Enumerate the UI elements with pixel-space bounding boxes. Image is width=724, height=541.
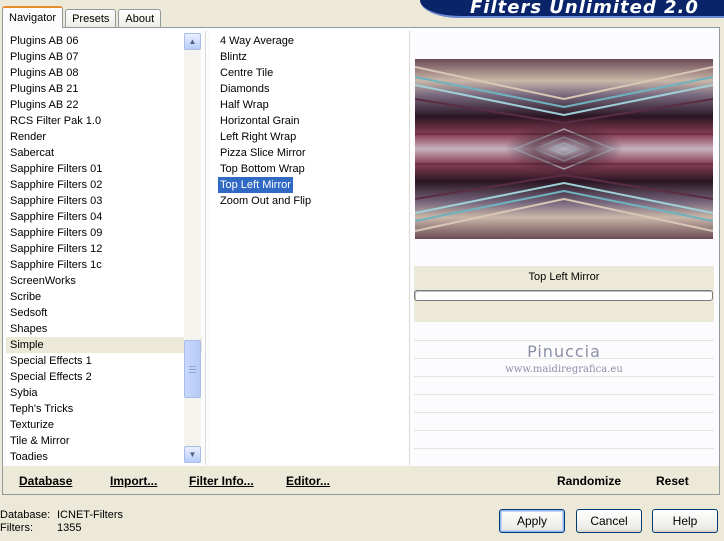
scroll-thumb[interactable] bbox=[184, 340, 201, 398]
category-item[interactable]: ScreenWorks bbox=[6, 273, 202, 289]
randomize-button[interactable]: Randomize bbox=[557, 474, 621, 488]
apply-button[interactable]: Apply bbox=[499, 509, 565, 533]
category-item[interactable]: Plugins AB 08 bbox=[6, 65, 202, 81]
category-list[interactable]: Plugins AB 06 Plugins AB 07 Plugins AB 08 P… bbox=[6, 31, 202, 465]
filter-item[interactable]: Zoom Out and Flip bbox=[210, 193, 408, 209]
filter-item-label: Diamonds bbox=[220, 83, 270, 95]
app-title: Filters Unlimited 2.0 bbox=[470, 0, 699, 18]
parameter-row bbox=[414, 412, 714, 430]
category-item[interactable]: Sybia bbox=[6, 385, 202, 401]
preview-image bbox=[415, 59, 713, 239]
filter-item-label: Top Bottom Wrap bbox=[220, 163, 305, 175]
filter-item-label: Blintz bbox=[220, 51, 247, 63]
filter-item[interactable]: Centre Tile bbox=[210, 65, 408, 81]
filters-key: Filters: bbox=[0, 522, 33, 534]
chevron-up-icon: ▲ bbox=[188, 37, 197, 46]
scroll-up-button[interactable]: ▲ bbox=[184, 33, 201, 50]
category-item[interactable]: Texturize bbox=[6, 417, 202, 433]
filter-item-label: Centre Tile bbox=[220, 67, 274, 79]
database-value: ICNET-Filters bbox=[57, 509, 123, 521]
database-button[interactable]: Database bbox=[19, 474, 72, 488]
filter-item[interactable]: 4 Way Average bbox=[210, 33, 408, 49]
category-item[interactable]: Plugins AB 22 bbox=[6, 97, 202, 113]
parameter-row bbox=[414, 430, 714, 448]
category-item[interactable]: Teph's Tricks bbox=[6, 401, 202, 417]
current-filter-name: Top Left Mirror bbox=[528, 271, 600, 283]
category-item[interactable]: RCS Filter Pak 1.0 bbox=[6, 113, 202, 129]
filters-count: 1355 bbox=[57, 522, 82, 534]
filter-item[interactable]: Half Wrap bbox=[210, 97, 408, 113]
category-item[interactable]: Special Effects 2 bbox=[6, 369, 202, 385]
category-item[interactable]: Sapphire Filters 02 bbox=[6, 177, 202, 193]
category-item[interactable]: Sapphire Filters 09 bbox=[6, 225, 202, 241]
category-item[interactable]: Plugins AB 07 bbox=[6, 49, 202, 65]
category-item[interactable]: Plugins AB 06 bbox=[6, 33, 202, 49]
help-button[interactable]: Help bbox=[652, 509, 718, 533]
scroll-down-button[interactable]: ▼ bbox=[184, 446, 201, 463]
progress-bar bbox=[414, 290, 713, 301]
filter-item-label: Pizza Slice Mirror bbox=[220, 147, 306, 159]
tab-bar: Navigator Presets About bbox=[2, 6, 163, 28]
category-scrollbar[interactable]: ▲ ▼ bbox=[184, 33, 201, 463]
filter-list[interactable]: 4 Way Average Blintz Centre Tile Diamonds Ha… bbox=[210, 31, 408, 465]
category-item[interactable]: Tile & Mirror bbox=[6, 433, 202, 449]
filter-item[interactable]: Pizza Slice Mirror bbox=[210, 145, 408, 161]
filter-info-button[interactable]: Filter Info... bbox=[189, 474, 254, 488]
filter-item-label: Horizontal Grain bbox=[220, 115, 300, 127]
parameter-row bbox=[414, 448, 714, 466]
filter-item[interactable]: Diamonds bbox=[210, 81, 408, 97]
filter-item-label: Half Wrap bbox=[220, 99, 269, 111]
editor-button[interactable]: Editor... bbox=[286, 474, 330, 488]
import-button[interactable]: Import... bbox=[110, 474, 157, 488]
tab-about[interactable]: About bbox=[118, 9, 162, 28]
grip-icon bbox=[189, 365, 196, 373]
category-item[interactable]: Sapphire Filters 03 bbox=[6, 193, 202, 209]
watermark-name: Pinuccia bbox=[527, 342, 601, 361]
chevron-down-icon: ▼ bbox=[188, 450, 197, 459]
reset-button[interactable]: Reset bbox=[656, 474, 689, 488]
filter-item[interactable]: Horizontal Grain bbox=[210, 113, 408, 129]
parameter-row bbox=[414, 394, 714, 412]
filter-item[interactable]: Top Left Mirror bbox=[210, 177, 408, 193]
category-item[interactable]: Toadies bbox=[6, 449, 202, 465]
title-banner: Filters Unlimited 2.0 bbox=[420, 0, 724, 18]
category-item[interactable]: Sapphire Filters 04 bbox=[6, 209, 202, 225]
category-item[interactable]: Sapphire Filters 1c bbox=[6, 257, 202, 273]
category-item[interactable]: Sabercat bbox=[6, 145, 202, 161]
tab-presets[interactable]: Presets bbox=[65, 9, 117, 28]
category-item[interactable]: Sapphire Filters 01 bbox=[6, 161, 202, 177]
filter-item-label: Top Left Mirror bbox=[218, 177, 293, 193]
database-info: Database: ICNET-Filters bbox=[0, 509, 123, 521]
category-item[interactable]: Scribe bbox=[6, 289, 202, 305]
tab-navigator[interactable]: Navigator bbox=[2, 6, 64, 28]
filter-item[interactable]: Left Right Wrap bbox=[210, 129, 408, 145]
category-item[interactable]: Shapes bbox=[6, 321, 202, 337]
filter-item-label: 4 Way Average bbox=[220, 35, 294, 47]
filter-item-label: Left Right Wrap bbox=[220, 131, 297, 143]
column-divider bbox=[409, 31, 410, 465]
category-item[interactable]: Plugins AB 21 bbox=[6, 81, 202, 97]
category-item[interactable]: Simple bbox=[6, 337, 202, 353]
column-divider bbox=[205, 31, 206, 465]
parameter-row bbox=[414, 376, 714, 394]
watermark-url: www.maidiregrafica.eu bbox=[505, 364, 623, 375]
filter-item-label: Zoom Out and Flip bbox=[220, 195, 312, 207]
filters-info: Filters: 1355 bbox=[0, 522, 81, 534]
filter-item[interactable]: Top Bottom Wrap bbox=[210, 161, 408, 177]
category-item[interactable]: Sapphire Filters 12 bbox=[6, 241, 202, 257]
category-item[interactable]: Special Effects 1 bbox=[6, 353, 202, 369]
cancel-button[interactable]: Cancel bbox=[576, 509, 642, 533]
database-key: Database: bbox=[0, 509, 51, 521]
filter-item[interactable]: Blintz bbox=[210, 49, 408, 65]
category-item[interactable]: Sedsoft bbox=[6, 305, 202, 321]
category-item[interactable]: Render bbox=[6, 129, 202, 145]
